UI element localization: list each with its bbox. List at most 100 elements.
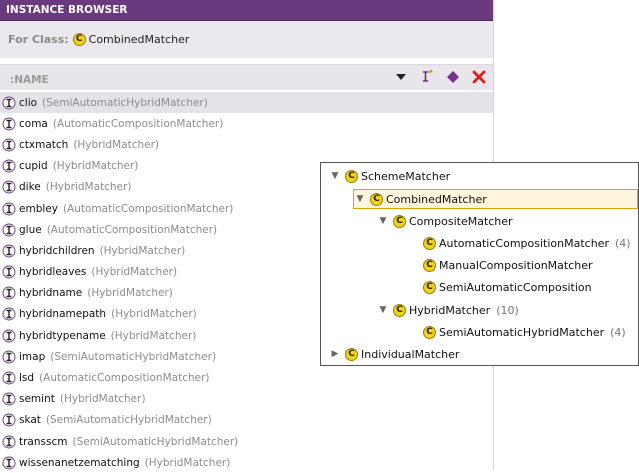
for-class-value[interactable]: CombinedMatcher <box>89 33 190 46</box>
panel-title: INSTANCE BROWSER <box>0 0 493 21</box>
for-class-bar: For Class: C CombinedMatcher <box>0 21 493 58</box>
instance-name: dike <box>19 181 41 194</box>
tree-node-label: AutomaticCompositionMatcher <box>439 236 609 250</box>
expanded-triangle-icon[interactable]: ▼ <box>377 305 389 315</box>
class-icon: C <box>423 325 436 339</box>
instance-icon <box>2 159 16 173</box>
tree-node-label: ManualCompositionMatcher <box>439 258 593 272</box>
instance-class: (HybridMatcher) <box>52 160 139 173</box>
tree-node-label: IndividualMatcher <box>361 347 460 361</box>
instance-row[interactable]: transscm (SemiAutomaticHybridMatcher) <box>0 431 493 452</box>
class-icon: C <box>345 169 358 183</box>
tree-node[interactable]: C AutomaticCompositionMatcher (4) <box>423 233 631 253</box>
tree-node[interactable]: C SemiAutomaticComposition <box>423 277 592 297</box>
name-column-label: :NAME <box>10 73 49 86</box>
instance-row[interactable]: clio (SemiAutomaticHybridMatcher) <box>0 92 493 114</box>
instance-icon <box>2 286 16 300</box>
instance-icon <box>2 435 16 449</box>
instance-class: (SemiAutomaticHybridMatcher) <box>50 350 217 363</box>
instance-icon <box>2 96 16 110</box>
instance-row[interactable]: semint (HybridMatcher) <box>0 389 493 410</box>
instance-icon <box>2 138 16 152</box>
instance-name: semint <box>19 393 55 406</box>
instance-name: skat <box>19 414 41 427</box>
class-icon: C <box>423 236 436 250</box>
expanded-triangle-icon[interactable]: ▼ <box>329 171 341 181</box>
instance-class: (HybridMatcher) <box>91 266 178 279</box>
expanded-triangle-icon[interactable]: ▼ <box>354 194 366 204</box>
instance-icon <box>2 223 16 237</box>
instance-count: (4) <box>610 325 626 339</box>
instance-icon <box>2 456 16 470</box>
tree-node-label: CompositeMatcher <box>409 214 513 228</box>
class-icon: C <box>423 258 436 272</box>
instance-class: (HybridMatcher) <box>87 287 173 300</box>
instance-name: hybridtypename <box>19 329 106 342</box>
tree-node[interactable]: ▼ C HybridMatcher (10) <box>377 300 519 320</box>
instance-icon <box>2 329 16 343</box>
instance-name: coma <box>19 117 48 130</box>
instance-class: (SemiAutomaticHybridMatcher) <box>45 414 212 427</box>
instance-icon <box>2 265 16 279</box>
instance-name: ctxmatch <box>19 138 69 151</box>
instance-icon <box>2 307 16 321</box>
instance-name: clio <box>19 96 38 109</box>
class-icon: C <box>393 214 406 228</box>
tree-node[interactable]: ▼ C CombinedMatcher <box>353 189 638 209</box>
dropdown-arrow-icon[interactable] <box>393 69 409 85</box>
instance-class: (HybridMatcher) <box>45 181 132 194</box>
tree-node-label: SchemeMatcher <box>361 169 451 183</box>
instance-icon <box>2 371 16 385</box>
tree-node[interactable]: ▼ C CompositeMatcher <box>377 211 513 231</box>
instance-class: (AutomaticCompositionMatcher) <box>46 223 218 236</box>
name-column-header: :NAME <box>0 64 493 90</box>
expanded-triangle-icon[interactable]: ▼ <box>377 216 389 226</box>
instance-name: wissenanetzematching <box>19 456 140 469</box>
create-instance-icon[interactable] <box>419 69 435 85</box>
tree-node-label: SemiAutomaticHybridMatcher <box>439 325 605 339</box>
instance-class: (SemiAutomaticHybridMatcher) <box>72 435 239 448</box>
tree-node[interactable]: ▶ C IndividualMatcher <box>329 344 459 364</box>
instance-icon <box>2 202 16 216</box>
instance-icon <box>2 350 16 364</box>
diamond-icon[interactable] <box>445 69 461 85</box>
instance-class: (HybridMatcher) <box>73 138 159 151</box>
class-icon: C <box>72 33 86 46</box>
instance-row[interactable]: skat (SemiAutomaticHybridMatcher) <box>0 410 493 431</box>
tree-node[interactable]: ▼ C SchemeMatcher <box>329 166 450 186</box>
instance-class: (AutomaticCompositionMatcher) <box>52 117 224 130</box>
header-toolbar <box>393 69 487 85</box>
instance-name: lsd <box>19 372 35 385</box>
class-hierarchy-tree: ▼ C SchemeMatcher ▼ C CombinedMatcher ▼ C Compos… <box>320 162 639 366</box>
instance-class: (SemiAutomaticHybridMatcher) <box>42 96 208 109</box>
instance-icon <box>2 117 16 131</box>
class-icon: C <box>393 303 406 317</box>
tree-node[interactable]: C ManualCompositionMatcher <box>423 255 593 275</box>
instance-class: (HybridMatcher) <box>99 244 186 257</box>
instance-icon <box>2 180 16 194</box>
instance-row[interactable]: ctxmatch (HybridMatcher) <box>0 134 493 155</box>
instance-count: (10) <box>496 303 519 317</box>
instance-icon <box>2 413 16 427</box>
for-class-label: For Class: <box>8 33 69 46</box>
instance-name: transscm <box>19 435 68 448</box>
instance-count: (4) <box>614 236 631 250</box>
collapsed-triangle-icon[interactable]: ▶ <box>329 349 341 359</box>
instance-name: hybridname <box>19 287 83 300</box>
instance-row[interactable]: lsd (AutomaticCompositionMatcher) <box>0 367 493 388</box>
tree-node[interactable]: C SemiAutomaticHybridMatcher (4) <box>423 322 626 342</box>
delete-icon[interactable] <box>471 69 487 85</box>
instance-class: (AutomaticCompositionMatcher) <box>62 202 234 215</box>
class-icon: C <box>345 347 358 361</box>
instance-icon <box>2 392 16 406</box>
tree-node-label: HybridMatcher <box>409 303 491 317</box>
instance-name: hybridchildren <box>19 244 95 257</box>
instance-name: cupid <box>19 160 48 173</box>
instance-class: (AutomaticCompositionMatcher) <box>39 372 210 385</box>
instance-icon <box>2 244 16 258</box>
instance-class: (HybridMatcher) <box>144 456 231 469</box>
class-icon: C <box>423 280 436 294</box>
instance-row[interactable]: coma (AutomaticCompositionMatcher) <box>0 113 493 134</box>
instance-name: embley <box>19 202 58 215</box>
instance-name: glue <box>19 223 42 236</box>
